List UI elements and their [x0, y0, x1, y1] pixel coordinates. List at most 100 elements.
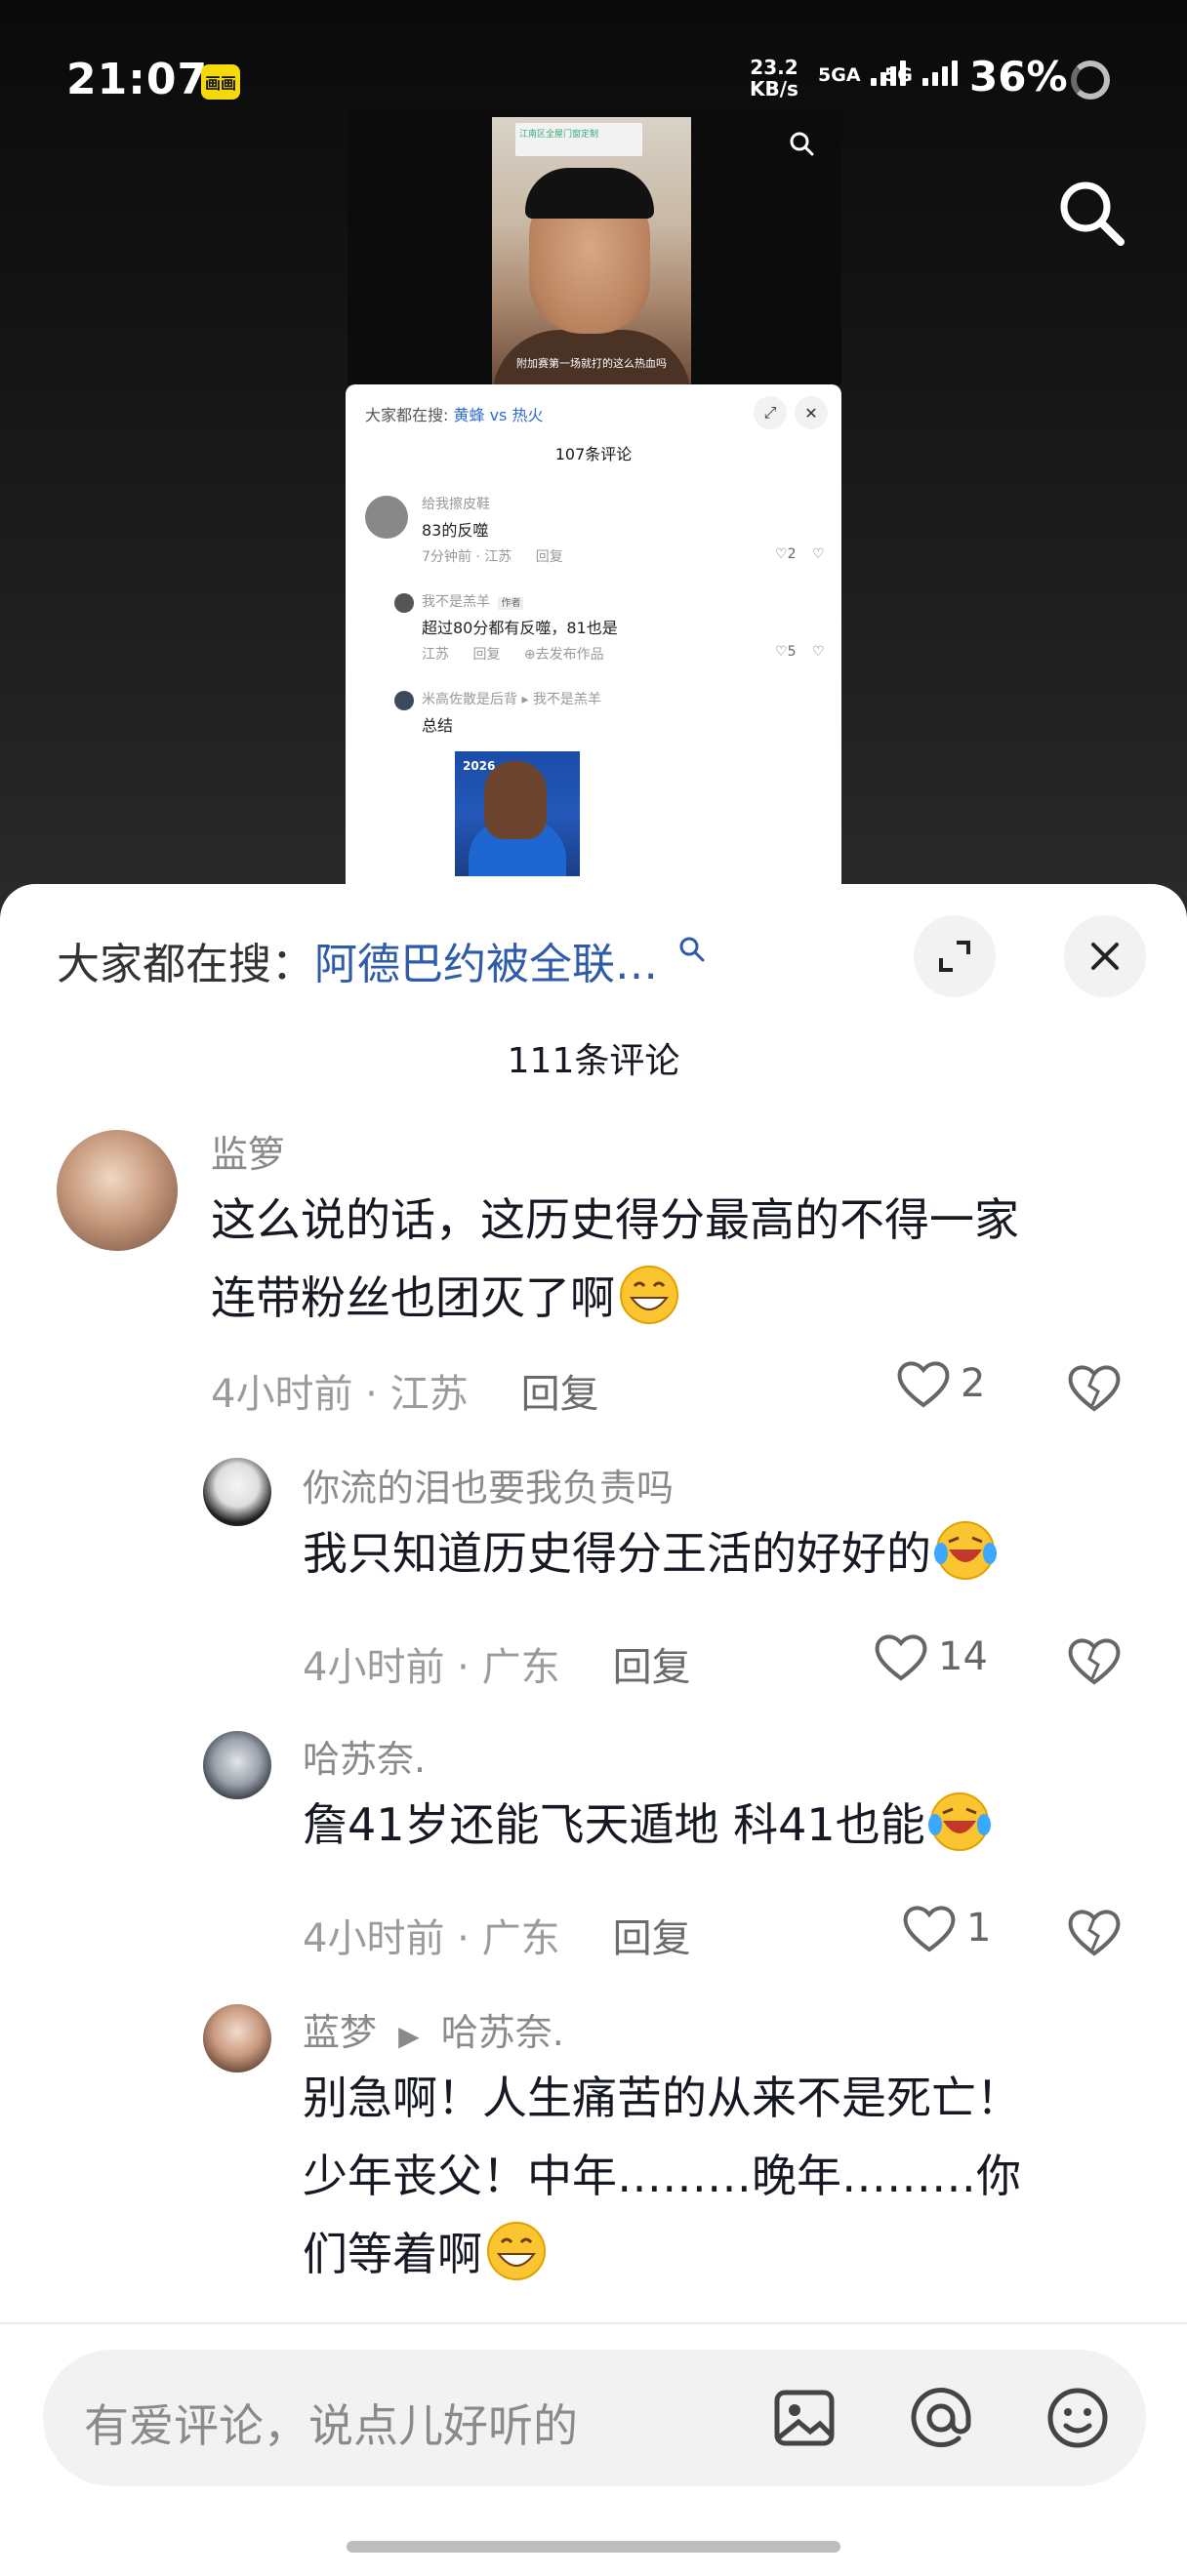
- search-suggestion-hot[interactable]: 阿德巴约被全联…: [314, 940, 658, 989]
- input-divider: [0, 2322, 1187, 2324]
- home-indicator[interactable]: [347, 2541, 840, 2553]
- expand-icon[interactable]: ⤢: [754, 396, 787, 429]
- reply-text-line: 们等着啊: [303, 2215, 551, 2293]
- thumbnail-comment-panel[interactable]: 大家都在搜: 黄蜂 vs 热火 ⤢ ✕ 107条评论 给我擦皮鞋 83的反噬 7…: [346, 384, 841, 892]
- laugh-cry-emoji: [927, 1792, 991, 1851]
- reply-button[interactable]: 回复: [536, 549, 563, 565]
- reply-to-username[interactable]: 哈苏奈.: [441, 2011, 564, 2054]
- comment-time: 7分钟前 · 江苏: [422, 549, 512, 565]
- like-button[interactable]: 2: [896, 1358, 985, 1409]
- network-speed-value: 23.2: [750, 56, 798, 79]
- reply-text: 詹41岁还能飞天遁地 科41也能: [303, 1798, 925, 1851]
- like-button[interactable]: ♡5: [775, 644, 796, 660]
- video-sign: 江南区全屋门窗定制: [515, 123, 642, 156]
- like-button[interactable]: ♡2: [775, 546, 796, 562]
- reply-text-line: 别急啊！人生痛苦的从来不是死亡！: [303, 2072, 1021, 2124]
- reply-username[interactable]: 蓝梦 ▶ 哈苏奈.: [303, 2002, 564, 2056]
- expand-icon: [939, 941, 970, 972]
- video-thumbnail[interactable]: 江南区全屋门窗定制 附加赛第一场就打的这么热血吗: [348, 107, 841, 385]
- comment-image[interactable]: 2026: [455, 751, 580, 876]
- image-person: [484, 761, 547, 839]
- emoji-icon[interactable]: [1043, 2383, 1113, 2453]
- search-suggestion[interactable]: 大家都在搜：阿德巴约被全联…: [57, 929, 707, 991]
- comment-meta: 4小时前 · 江苏 回复: [211, 1362, 599, 1419]
- close-button[interactable]: [1064, 915, 1146, 997]
- close-icon[interactable]: ✕: [795, 396, 828, 429]
- reply-text: 超过80分都有反噬，81也是: [422, 619, 618, 637]
- reply-text-line: 詹41岁还能飞天遁地 科41也能: [303, 1786, 994, 1864]
- like-count: 5: [787, 644, 797, 660]
- reply-username-text: 蓝梦: [303, 2011, 378, 2054]
- like-button[interactable]: 1: [902, 1903, 991, 1953]
- comment-text: 83的反噬: [422, 521, 489, 540]
- heart-icon: [897, 1361, 950, 1408]
- broken-heart-icon[interactable]: [1066, 1635, 1123, 1686]
- reply-username-text: 米高佐散是后背: [422, 692, 517, 707]
- broken-heart-icon[interactable]: ♡: [812, 644, 825, 660]
- image-label: 2026: [463, 759, 496, 773]
- comment-input[interactable]: 有爱评论，说点儿好听的: [84, 2391, 578, 2455]
- broken-heart-icon[interactable]: [1066, 1907, 1123, 1957]
- laugh-cry-emoji: [934, 1521, 997, 1580]
- comment-sheet: 大家都在搜：阿德巴约被全联… 111条评论 监箩 这么说的话，这历史得分最高的不…: [0, 884, 1187, 2576]
- broken-heart-icon[interactable]: ♡: [812, 546, 825, 562]
- reply-username[interactable]: 你流的泪也要我负责吗: [303, 1458, 674, 1511]
- heart-icon: [875, 1634, 927, 1681]
- search-icon[interactable]: [677, 935, 707, 964]
- reply-meta: 4小时前 · 广东 回复: [303, 1907, 691, 1963]
- comment-text-line: 连带粉丝也团灭了啊: [211, 1259, 683, 1337]
- thumbnail-comment-count: 107条评论: [554, 445, 633, 463]
- like-count: 2: [787, 546, 797, 562]
- search-icon[interactable]: [787, 129, 816, 158]
- avatar[interactable]: [203, 2004, 271, 2073]
- video-frame: 江南区全屋门窗定制: [492, 117, 691, 385]
- avatar[interactable]: [394, 593, 414, 613]
- comment-username[interactable]: 监箩: [211, 1124, 285, 1178]
- reply-username[interactable]: 米高佐散是后背 ▸ 我不是羔羊: [422, 689, 601, 708]
- network-speed-unit: KB/s: [750, 77, 798, 101]
- publish-work-link[interactable]: ⊕去发布作品: [524, 647, 604, 663]
- broken-heart-icon[interactable]: [1066, 1362, 1123, 1413]
- battery-percent: 36%: [969, 53, 1068, 101]
- search-suggestion-prefix: 大家都在搜：: [57, 940, 314, 989]
- reply-username-text: 我不是羔羊: [422, 594, 490, 610]
- reply-username[interactable]: 我不是羔羊 作者: [422, 591, 524, 611]
- comment-input-bar[interactable]: 有爱评论，说点儿好听的: [43, 2350, 1146, 2486]
- reply-text-line: 少年丧父！中年………晚年………你: [303, 2150, 1021, 2202]
- thumbnail-search-hot[interactable]: 黄蜂 vs 热火: [453, 406, 543, 424]
- reply-username[interactable]: 哈苏奈.: [303, 1729, 426, 1783]
- person-cap: [525, 168, 654, 219]
- close-icon: [1091, 943, 1119, 970]
- image-icon[interactable]: [769, 2383, 839, 2453]
- reply-meta: 4小时前 · 广东 回复: [303, 1635, 691, 1692]
- reply-time-location: 4小时前 · 广东: [303, 1645, 560, 1690]
- thumbnail-search-suggestion[interactable]: 大家都在搜: 黄蜂 vs 热火: [365, 402, 543, 425]
- avatar[interactable]: [203, 1731, 271, 1799]
- like-count: 2: [961, 1361, 986, 1406]
- reply-text: 总结: [422, 716, 454, 735]
- avatar[interactable]: [365, 496, 408, 539]
- signal-bars-icon: [922, 57, 959, 86]
- reply-button[interactable]: 回复: [521, 1372, 599, 1417]
- search-icon[interactable]: [1054, 176, 1128, 250]
- reply-text-line: 我只知道历史得分王活的好好的: [303, 1514, 1000, 1592]
- avatar[interactable]: [57, 1130, 178, 1251]
- comment-text-line: 这么说的话，这历史得分最高的不得一家: [211, 1193, 1019, 1246]
- comment-username[interactable]: 给我擦皮鞋: [422, 494, 490, 513]
- reply-button[interactable]: 回复: [613, 1645, 691, 1690]
- avatar[interactable]: [394, 691, 414, 710]
- reply-text: 们等着啊: [303, 2228, 482, 2280]
- signal-label-1: 5GA: [818, 64, 861, 86]
- reply-button[interactable]: 回复: [472, 647, 500, 663]
- like-button[interactable]: 14: [874, 1631, 988, 1682]
- expand-button[interactable]: [914, 915, 996, 997]
- reply-arrow-icon: ▶: [398, 2020, 420, 2052]
- signal-indicator-2: 5G: [884, 57, 959, 86]
- reply-location: 江苏: [422, 647, 449, 663]
- reply-text: 我只知道历史得分王活的好好的: [303, 1527, 931, 1580]
- at-icon[interactable]: [906, 2383, 976, 2453]
- avatar[interactable]: [203, 1458, 271, 1526]
- grin-emoji: [620, 1266, 678, 1324]
- reply-button[interactable]: 回复: [613, 1916, 691, 1961]
- reply-time-location: 4小时前 · 广东: [303, 1916, 560, 1961]
